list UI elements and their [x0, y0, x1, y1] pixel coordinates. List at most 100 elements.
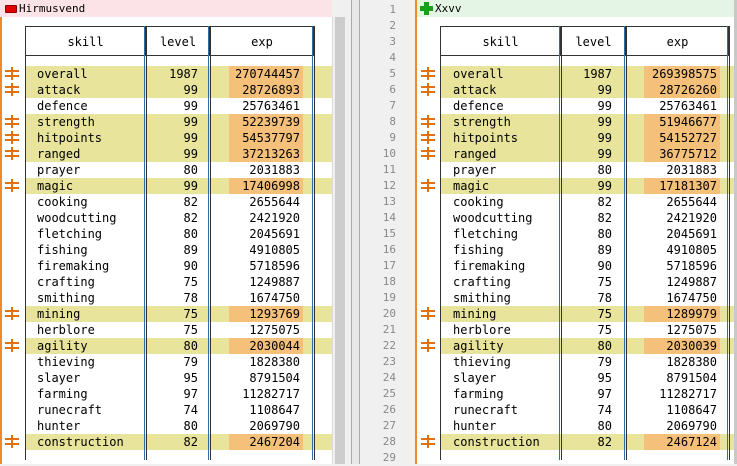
skill-cell: crafting	[37, 275, 95, 289]
diff-marker-icon[interactable]	[421, 179, 435, 192]
skill-cell: ranged	[453, 147, 497, 161]
level-cell: 79	[597, 355, 612, 369]
level-cell: 80	[183, 227, 198, 241]
level-cell: 80	[183, 339, 198, 353]
diff-marker-icon[interactable]	[5, 67, 19, 80]
skill-cell: thieving	[453, 355, 511, 369]
right-change-bar	[415, 0, 417, 464]
diff-marker-icon[interactable]	[421, 307, 435, 320]
line-number: 7	[389, 99, 396, 112]
skill-cell: defence	[453, 99, 504, 113]
exp-cell: 270744457	[234, 67, 300, 81]
table-column-line	[624, 26, 625, 460]
exp-cell: 1108647	[666, 403, 717, 417]
skill-cell: runecraft	[453, 403, 519, 417]
header-exp[interactable]: exp	[210, 26, 314, 56]
level-cell: 99	[183, 83, 198, 97]
level-cell: 78	[597, 291, 612, 305]
line-number: 17	[382, 259, 396, 272]
pane-splitter[interactable]	[351, 0, 360, 464]
exp-cell: 1275075	[249, 323, 300, 337]
level-cell: 97	[183, 387, 198, 401]
level-cell: 82	[183, 195, 198, 209]
table-column-line	[440, 26, 441, 460]
line-number: 12	[382, 179, 396, 192]
diff-marker-icon[interactable]	[421, 147, 435, 160]
table-column-line	[208, 26, 209, 460]
skill-cell: hunter	[37, 419, 81, 433]
skill-cell: herblore	[37, 323, 95, 337]
skill-cell: overall	[453, 67, 504, 81]
skill-cell: prayer	[453, 163, 497, 177]
line-number: 13	[382, 195, 396, 208]
level-cell: 95	[183, 371, 198, 385]
level-cell: 82	[597, 195, 612, 209]
right-pane: Xxvv skill level exp overall 1987 269398575 at…	[415, 0, 734, 464]
diff-marker-icon[interactable]	[5, 339, 19, 352]
level-cell: 82	[183, 211, 198, 225]
level-cell: 75	[597, 323, 612, 337]
exp-cell: 2045691	[666, 227, 717, 241]
header-level[interactable]: level	[561, 26, 626, 56]
level-cell: 75	[183, 307, 198, 321]
level-cell: 74	[183, 403, 198, 417]
diff-marker-icon[interactable]	[5, 179, 19, 192]
level-cell: 99	[183, 99, 198, 113]
exp-cell: 1108647	[249, 403, 300, 417]
skill-cell: slayer	[37, 371, 81, 385]
diff-marker-icon[interactable]	[5, 435, 19, 448]
exp-cell: 2069790	[666, 419, 717, 433]
diff-marker-icon[interactable]	[5, 147, 19, 160]
diff-marker-icon[interactable]	[421, 67, 435, 80]
line-number: 20	[382, 307, 396, 320]
level-cell: 75	[597, 275, 612, 289]
diff-marker-icon[interactable]	[5, 83, 19, 96]
diff-marker-icon[interactable]	[421, 339, 435, 352]
level-cell: 95	[597, 371, 612, 385]
left-pane: Hirmusvend skill level exp overall 1987 27074…	[0, 0, 332, 464]
diff-marker-icon[interactable]	[421, 83, 435, 96]
level-cell: 99	[183, 131, 198, 145]
exp-cell: 1828380	[666, 355, 717, 369]
exp-cell: 5718596	[249, 259, 300, 273]
right-file-title: Xxvv	[435, 2, 462, 15]
diff-marker-icon[interactable]	[421, 115, 435, 128]
skill-cell: hitpoints	[37, 131, 103, 145]
diff-marker-icon[interactable]	[5, 115, 19, 128]
skill-cell: fletching	[37, 227, 103, 241]
exp-cell: 2031883	[249, 163, 300, 177]
skill-cell: farming	[37, 387, 88, 401]
header-skill[interactable]: skill	[440, 26, 561, 56]
exp-cell: 11282717	[242, 387, 300, 401]
line-number: 11	[382, 163, 396, 176]
line-number: 4	[389, 51, 396, 64]
level-cell: 75	[183, 275, 198, 289]
line-number: 1	[389, 3, 396, 16]
header-level[interactable]: level	[146, 26, 210, 56]
exp-cell: 1293769	[249, 307, 300, 321]
diff-marker-icon[interactable]	[5, 131, 19, 144]
level-cell: 99	[597, 83, 612, 97]
left-scrollbar[interactable]	[332, 17, 347, 464]
exp-cell: 2045691	[249, 227, 300, 241]
line-number: 9	[389, 131, 396, 144]
exp-cell: 2655644	[666, 195, 717, 209]
diff-marker-icon[interactable]	[421, 131, 435, 144]
exp-cell: 25763461	[659, 99, 717, 113]
level-cell: 80	[597, 227, 612, 241]
diff-marker-icon[interactable]	[421, 435, 435, 448]
level-cell: 99	[597, 115, 612, 129]
skill-cell: farming	[453, 387, 504, 401]
skill-cell: mining	[37, 307, 81, 321]
level-cell: 78	[183, 291, 198, 305]
exp-cell: 2030044	[249, 339, 300, 353]
level-cell: 82	[183, 435, 198, 449]
exp-cell: 28726893	[242, 83, 300, 97]
header-skill[interactable]: skill	[25, 26, 146, 56]
table-column-line	[727, 26, 728, 460]
left-scroll-thumb[interactable]	[335, 17, 345, 464]
skill-cell: herblore	[453, 323, 511, 337]
skill-cell: overall	[37, 67, 88, 81]
diff-marker-icon[interactable]	[5, 307, 19, 320]
header-exp[interactable]: exp	[626, 26, 729, 56]
